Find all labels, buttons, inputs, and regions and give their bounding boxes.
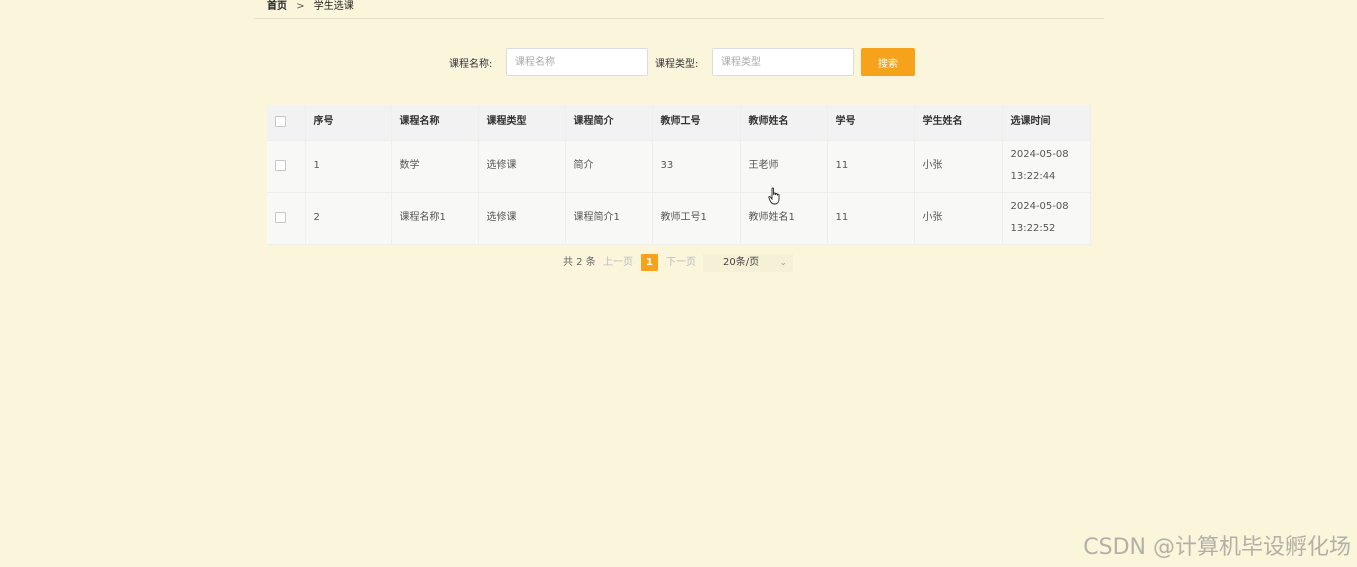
table-row[interactable]: 2 课程名称1 选修课 课程简介1 教师工号1 教师姓名1 11 小张 2024… — [267, 192, 1091, 245]
column-header: 学号 — [827, 105, 915, 141]
row-checkbox[interactable] — [275, 159, 286, 171]
column-header: 序号 — [305, 105, 392, 141]
select-all-checkbox[interactable] — [275, 115, 286, 127]
course-type-label: 课程类型: — [655, 59, 699, 70]
table-cell: 小张 — [914, 140, 1003, 193]
breadcrumb-home[interactable]: 首页 — [267, 1, 287, 12]
column-header: 学生姓名 — [914, 105, 1003, 141]
chevron-down-icon: ⌄ — [779, 258, 787, 268]
search-bar: 课程名称: 课程类型: 搜索 — [0, 48, 1357, 76]
column-header: 选课时间 — [1002, 105, 1091, 141]
course-type-input[interactable] — [712, 48, 854, 76]
page-1-button[interactable]: 1 — [641, 254, 658, 271]
table-row[interactable]: 1 数学 选修课 简介 33 王老师 11 小张 2024-05-08 13:2… — [267, 140, 1091, 193]
table-cell: 1 — [305, 140, 392, 193]
table-cell: 王老师 — [740, 140, 828, 193]
table-cell: 2024-05-08 13:22:52 — [1002, 192, 1091, 245]
column-header: 课程类型 — [478, 105, 566, 141]
table-cell: 选修课 — [478, 140, 566, 193]
breadcrumb: 首页 > 学生选课 — [254, 0, 1104, 19]
column-header: 课程简介 — [565, 105, 653, 141]
page-size-value: 20条/页 — [723, 257, 760, 268]
next-page-button[interactable]: 下一页 — [666, 254, 696, 272]
table-cell: 2024-05-08 13:22:44 — [1002, 140, 1091, 193]
table-cell: 课程简介1 — [565, 192, 653, 245]
table-cell: 教师工号1 — [652, 192, 741, 245]
course-selection-table: 序号 课程名称 课程类型 课程简介 教师工号 教师姓名 学号 学生姓名 选课时间… — [267, 105, 1091, 245]
table-cell: 教师姓名1 — [740, 192, 828, 245]
select-all-cell — [267, 105, 306, 141]
table-cell: 11 — [827, 192, 915, 245]
table-header-row: 序号 课程名称 课程类型 课程简介 教师工号 教师姓名 学号 学生姓名 选课时间 — [267, 105, 1091, 141]
row-select-cell — [267, 192, 306, 245]
page-size-select[interactable]: 20条/页 ⌄ — [703, 254, 793, 272]
breadcrumb-separator: > — [296, 1, 305, 12]
course-name-label: 课程名称: — [449, 59, 493, 70]
hand-pointer-icon — [768, 187, 780, 205]
pagination-total: 共 2 条 — [563, 257, 596, 268]
prev-page-button[interactable]: 上一页 — [603, 254, 633, 272]
row-select-cell — [267, 140, 306, 193]
column-header: 教师工号 — [652, 105, 741, 141]
table-cell: 33 — [652, 140, 741, 193]
table-cell: 2 — [305, 192, 392, 245]
search-button[interactable]: 搜索 — [861, 48, 915, 76]
table-cell: 小张 — [914, 192, 1003, 245]
column-header: 教师姓名 — [740, 105, 828, 141]
table-cell: 简介 — [565, 140, 653, 193]
table-cell: 选修课 — [478, 192, 566, 245]
table-cell: 11 — [827, 140, 915, 193]
watermark: CSDN @计算机毕设孵化场 — [1083, 535, 1351, 560]
table-cell: 数学 — [391, 140, 479, 193]
breadcrumb-current: 学生选课 — [313, 1, 354, 12]
course-name-input[interactable] — [506, 48, 648, 76]
table-cell: 课程名称1 — [391, 192, 479, 245]
row-checkbox[interactable] — [275, 211, 286, 223]
column-header: 课程名称 — [391, 105, 479, 141]
